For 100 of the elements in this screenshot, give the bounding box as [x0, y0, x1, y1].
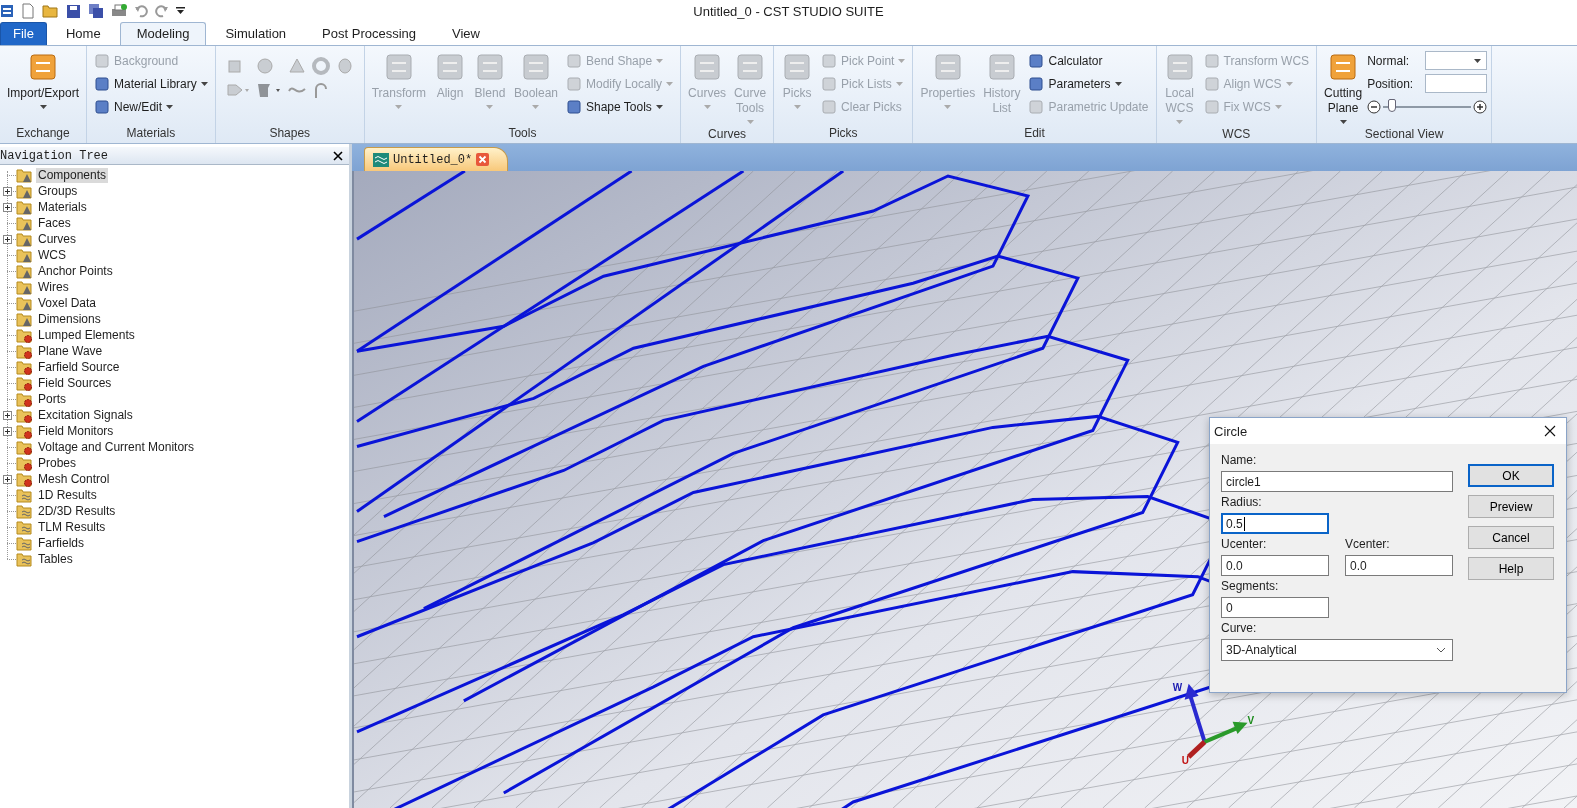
folder-icon	[16, 503, 33, 519]
tool-icon	[27, 51, 59, 83]
dialog-button[interactable]: OK	[1468, 464, 1554, 487]
folder-icon	[16, 343, 33, 359]
dialog-button[interactable]: Help	[1468, 557, 1554, 580]
customize-caret-icon[interactable]	[176, 7, 185, 15]
ribbon-button[interactable]: Calculator	[1025, 49, 1152, 72]
tree-item[interactable]: Excitation Signals	[36, 407, 135, 423]
tree-item[interactable]: Field Monitors	[36, 423, 116, 439]
ribbon-tab[interactable]: View	[435, 22, 497, 45]
new-file-icon[interactable]	[21, 3, 35, 19]
slider-thumb[interactable]	[1387, 98, 1396, 112]
field-label: Segments:	[1221, 579, 1280, 593]
group-title: Tools	[507, 125, 538, 142]
input-field[interactable]: 0.5	[1221, 513, 1329, 534]
redo-icon[interactable]	[155, 4, 169, 18]
dialog-title: Circle	[1214, 423, 1248, 439]
folder-icon	[16, 407, 33, 423]
close-icon[interactable]	[1544, 425, 1556, 437]
ribbon-tab[interactable]: Modeling	[119, 22, 207, 45]
undo-icon[interactable]	[134, 4, 148, 18]
tree-item[interactable]: Probes	[36, 455, 79, 471]
tool-icon	[1028, 52, 1045, 69]
input-field[interactable]: 0.0	[1345, 555, 1453, 576]
zoom-out-icon[interactable]	[1367, 99, 1382, 114]
ribbon-button[interactable]: Cutting Plane	[1321, 49, 1366, 126]
tool-icon	[94, 75, 111, 92]
tree-item[interactable]: Mesh Control	[36, 471, 112, 487]
ribbon-button[interactable]: New/Edit	[91, 95, 211, 118]
tree-item[interactable]: Faces	[36, 215, 73, 231]
expand-icon[interactable]	[3, 187, 12, 196]
open-folder-icon[interactable]	[42, 4, 59, 18]
save-all-icon[interactable]	[88, 3, 104, 19]
expand-icon[interactable]	[3, 475, 12, 484]
app-icon[interactable]	[0, 4, 14, 18]
shape-icon[interactable]	[335, 57, 354, 75]
expand-icon[interactable]	[3, 235, 12, 244]
tree-item[interactable]: Components	[36, 167, 109, 183]
ribbon-button[interactable]: Material Library	[91, 72, 211, 95]
tree-item[interactable]: 1D Results	[36, 487, 99, 503]
tree-item[interactable]: Materials	[36, 199, 89, 215]
ribbon-button[interactable]: Import/Export	[4, 49, 83, 125]
tree-item[interactable]: Field Sources	[36, 375, 114, 391]
tree-item[interactable]: 2D/3D Results	[36, 503, 118, 519]
tree-item[interactable]: Farfield Source	[36, 359, 122, 375]
folder-icon	[16, 295, 33, 311]
tree-item[interactable]: Wires	[36, 279, 71, 295]
curve-dropdown[interactable]: 3D-Analytical	[1221, 639, 1453, 661]
tree-item[interactable]: TLM Results	[36, 519, 108, 535]
field-label: Position:	[1367, 76, 1414, 91]
expand-icon[interactable]	[3, 203, 12, 212]
dialog-button[interactable]: Preview	[1468, 495, 1554, 518]
zoom-in-icon[interactable]	[1473, 99, 1488, 114]
shape-icon[interactable]	[287, 57, 306, 75]
ribbon-tab[interactable]: Home	[48, 22, 118, 45]
tree-item[interactable]: Anchor Points	[36, 263, 115, 279]
input-field[interactable]: 0.0	[1221, 555, 1329, 576]
print-icon[interactable]	[111, 3, 127, 19]
group-title: WCS	[1221, 126, 1252, 143]
normal-dropdown[interactable]	[1425, 51, 1488, 70]
tree-item[interactable]: Tables	[36, 551, 75, 567]
folder-icon	[16, 439, 33, 455]
tool-icon	[821, 52, 838, 69]
input-field[interactable]: circle1	[1221, 471, 1453, 492]
folder-icon	[16, 311, 33, 327]
tool-icon	[94, 52, 111, 69]
ribbon-tab[interactable]: Post Processing	[305, 22, 434, 45]
group-title: Picks	[827, 125, 859, 142]
document-tab[interactable]: Untitled_0*	[364, 147, 509, 171]
ribbon-button[interactable]: Parameters	[1025, 72, 1152, 95]
tree-item[interactable]: Voltage and Current Monitors	[36, 439, 197, 455]
field-label: Vcenter:	[1345, 537, 1391, 551]
ribbon-tab[interactable]: Simulation	[208, 22, 304, 45]
close-icon[interactable]	[333, 150, 343, 161]
expand-icon[interactable]	[3, 427, 12, 436]
field-label: Curve:	[1221, 621, 1258, 635]
tree-item[interactable]: Dimensions	[36, 311, 103, 327]
folder-icon	[16, 487, 33, 503]
tree-item[interactable]: Plane Wave	[36, 343, 105, 359]
tool-icon	[520, 51, 552, 83]
tree-item[interactable]: Lumped Elements	[36, 327, 137, 343]
document-icon	[373, 152, 389, 167]
ribbon-button[interactable]: Shape Tools	[563, 95, 677, 118]
dialog-button[interactable]: Cancel	[1468, 526, 1554, 549]
expand-icon[interactable]	[3, 411, 12, 420]
tree-item[interactable]: Farfields	[36, 535, 86, 551]
tree-item[interactable]: Curves	[36, 231, 78, 247]
tree-item[interactable]: WCS	[36, 247, 68, 263]
input-field[interactable]: 0	[1221, 597, 1329, 618]
folder-icon	[16, 327, 33, 343]
tool-icon	[94, 98, 111, 115]
tree-item[interactable]: Voxel Data	[36, 295, 99, 311]
group-title: Shapes	[268, 125, 312, 142]
file-tab[interactable]: File	[0, 22, 47, 45]
tree-item[interactable]: Ports	[36, 391, 68, 407]
position-field[interactable]	[1425, 74, 1488, 93]
folder-icon	[16, 279, 33, 295]
tree-item[interactable]: Groups	[36, 183, 80, 199]
tool-icon	[1203, 75, 1220, 92]
save-icon[interactable]	[66, 3, 81, 19]
